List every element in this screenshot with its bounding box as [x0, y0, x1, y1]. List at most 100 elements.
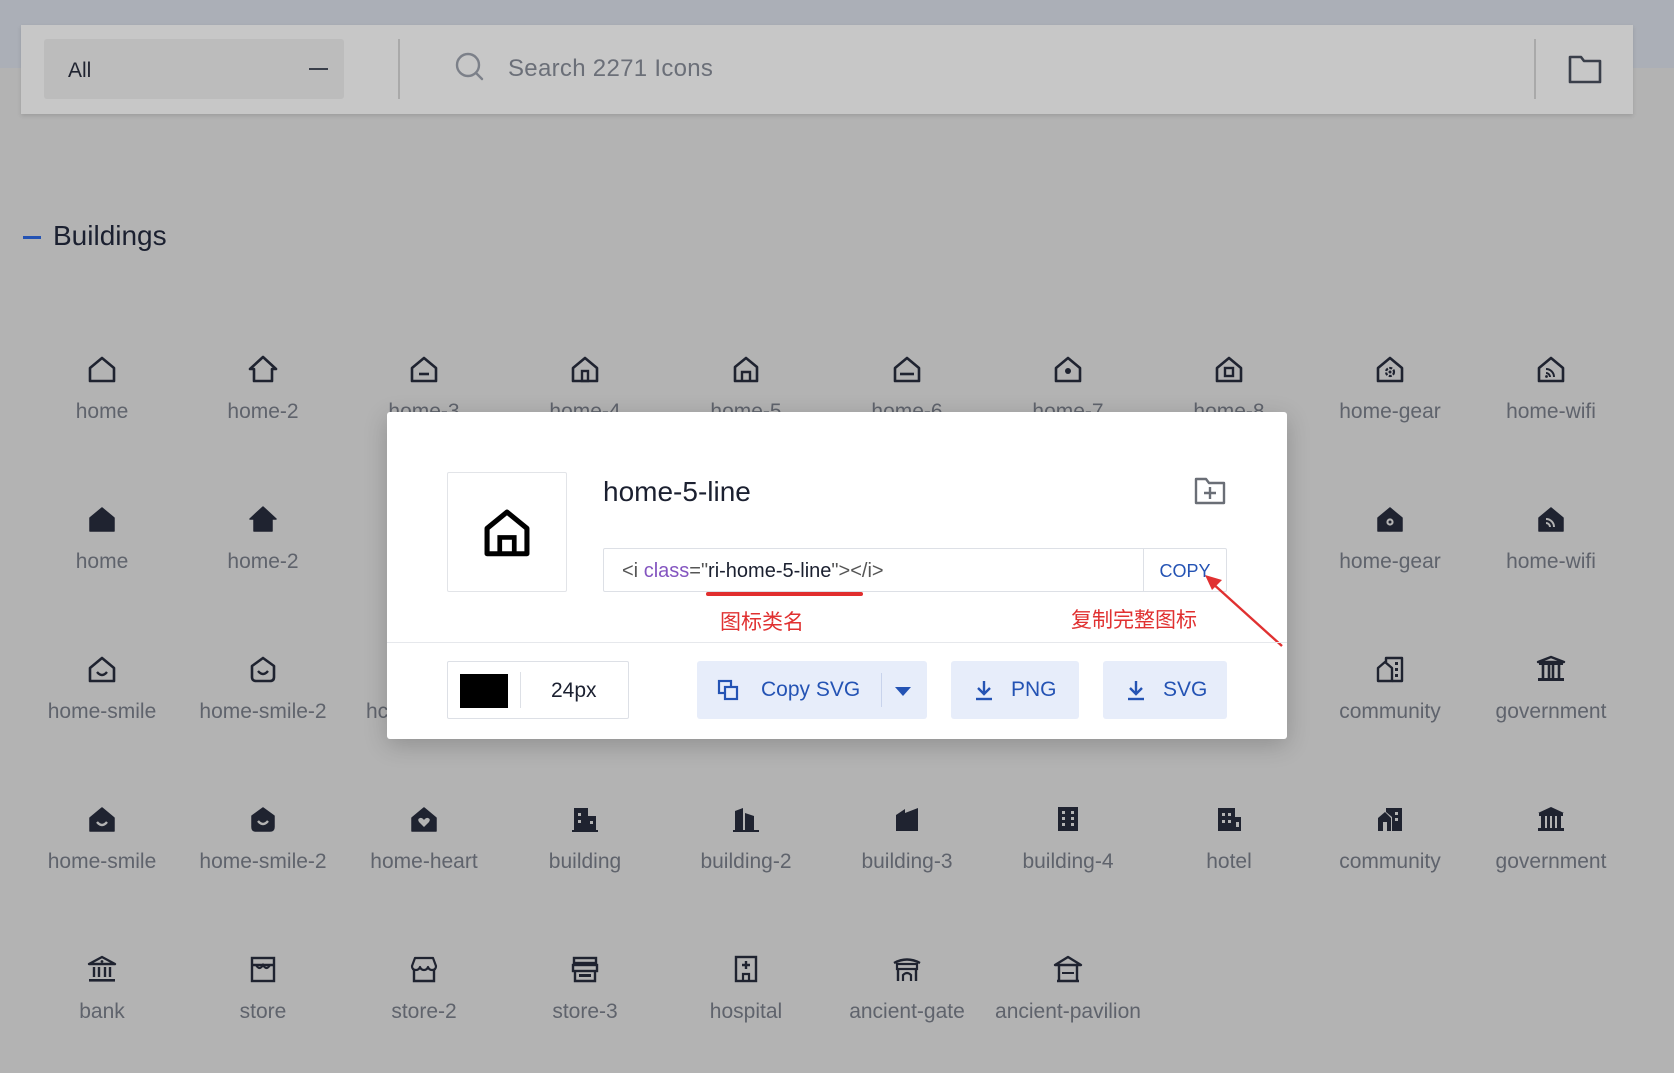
toolbar-divider-right [1534, 39, 1536, 99]
icon-tile[interactable]: hospital [666, 943, 826, 1073]
icon-label: building-2 [700, 850, 792, 873]
icon-tile[interactable]: bank [22, 943, 182, 1073]
add-to-folder-icon[interactable] [1193, 474, 1227, 506]
copy-icon [717, 679, 739, 701]
home-5-line-icon [484, 509, 530, 557]
copy-svg-label: Copy SVG [761, 678, 861, 701]
icon-tile[interactable]: store [183, 943, 343, 1073]
icon-label: home-smile [47, 700, 157, 723]
svg-label: SVG [1163, 678, 1208, 701]
icon-tile[interactable]: home-smile-2 [183, 793, 343, 923]
icon-label: home [75, 550, 129, 573]
icon-tile[interactable]: home-gear [1310, 343, 1470, 473]
icon-tile[interactable]: building-3 [827, 793, 987, 923]
store-2-line-icon [410, 956, 438, 983]
icon-tile[interactable]: building-2 [666, 793, 826, 923]
download-png-button[interactable]: PNG [951, 661, 1079, 719]
icon-tile[interactable]: home-smile-2 [183, 643, 343, 773]
home-6-line-icon [893, 356, 921, 383]
icon-label: community [1339, 700, 1441, 723]
icon-label: store-3 [552, 1000, 618, 1023]
copy-svg-divider [881, 673, 882, 707]
toolbar: All Search 2271 Icons [21, 25, 1633, 114]
icon-tile[interactable]: government [1471, 643, 1631, 773]
copy-svg-button[interactable]: Copy SVG [697, 661, 927, 719]
icon-label: store [239, 1000, 287, 1023]
icon-tile[interactable]: home-smile [22, 793, 182, 923]
folder-icon[interactable] [1565, 51, 1605, 87]
category-value: All [68, 59, 92, 82]
class-name-underline [706, 592, 863, 596]
code-snippet-field[interactable]: <i class="ri-home-5-line"></i> COPY [603, 548, 1227, 592]
category-select[interactable]: All [44, 39, 344, 99]
icon-label: home-gear [1339, 400, 1441, 423]
icon-tile[interactable]: home-smile [22, 643, 182, 773]
ancient-pavilion-line-icon [1053, 955, 1083, 983]
icon-tile[interactable]: store-3 [505, 943, 665, 1073]
icon-tile[interactable]: home [22, 493, 182, 623]
color-swatch[interactable] [460, 674, 508, 708]
download-svg-button[interactable]: SVG [1103, 661, 1227, 719]
icon-tile[interactable]: ancient-pavilion [988, 943, 1148, 1073]
icon-label: home [75, 400, 129, 423]
icon-name: home-5-line [603, 476, 751, 507]
icon-tile[interactable]: community [1310, 643, 1470, 773]
icon-tile[interactable]: home [22, 343, 182, 473]
bank-line-icon [87, 955, 117, 982]
community-line-icon [1376, 656, 1404, 683]
chevron-down-icon[interactable] [895, 687, 911, 696]
icon-tile[interactable]: store-2 [344, 943, 504, 1073]
home-smile-line-icon [88, 656, 116, 683]
icon-tile[interactable]: home-2 [183, 343, 343, 473]
store-line-icon [250, 956, 276, 983]
icon-tile[interactable]: ancient-gate [827, 943, 987, 1073]
icon-label: store-2 [391, 1000, 457, 1023]
icon-tile[interactable]: home-heart [344, 793, 504, 923]
home-fill-icon [89, 507, 115, 532]
annotation-class-name: 图标类名 [720, 611, 804, 634]
home-line-icon [88, 356, 116, 383]
code-eq: =" [689, 560, 709, 582]
icon-tile[interactable]: home-gear [1310, 493, 1470, 623]
icon-label: hc [366, 700, 389, 723]
icon-label: bank [79, 1000, 125, 1023]
annotation-copy-full: 复制完整图标 [1071, 609, 1197, 632]
icon-tile[interactable]: home-2 [183, 493, 343, 623]
icon-label: home-2 [227, 400, 299, 423]
download-icon [1128, 681, 1144, 701]
icon-label: building [548, 850, 622, 873]
icon-tile[interactable]: community [1310, 793, 1470, 923]
icon-label: building-3 [861, 850, 953, 873]
code-suffix: "></i> [831, 560, 884, 582]
icon-label: home-wifi [1506, 550, 1596, 573]
icon-tile[interactable]: hotel [1149, 793, 1309, 923]
icon-tile[interactable]: home-wifi [1471, 343, 1631, 473]
community-fill-icon [1378, 808, 1402, 831]
government-fill-icon [1538, 807, 1564, 831]
icon-tile[interactable]: building [505, 793, 665, 923]
icon-label: building-4 [1022, 850, 1114, 873]
icon-label: home-2 [227, 550, 299, 573]
icon-tile[interactable]: home-wifi [1471, 493, 1631, 623]
home-wifi-fill-icon [1538, 507, 1564, 532]
code-attr: class [643, 560, 690, 582]
store-3-line-icon [571, 956, 599, 983]
search-icon [455, 52, 484, 81]
ancient-gate-line-icon [893, 958, 921, 981]
icon-label: ancient-gate [849, 1000, 965, 1023]
building-fill-icon [572, 808, 598, 832]
icon-tile[interactable]: building-4 [988, 793, 1148, 923]
home-4-line-icon [571, 356, 599, 383]
size-input[interactable]: 24px [551, 679, 597, 703]
home-5-line-icon [733, 356, 759, 383]
home-gear-fill-icon [1377, 507, 1403, 532]
search-input[interactable]: Search 2271 Icons [508, 55, 713, 83]
icon-label: government [1495, 700, 1607, 723]
hospital-line-icon [734, 955, 758, 983]
section-collapse-icon[interactable] [23, 236, 41, 239]
hotel-fill-icon [1218, 808, 1241, 831]
copy-button[interactable]: COPY [1143, 549, 1226, 591]
icon-label: home-smile [47, 850, 157, 873]
icon-label: home-heart [370, 850, 478, 873]
icon-tile[interactable]: government [1471, 793, 1631, 923]
